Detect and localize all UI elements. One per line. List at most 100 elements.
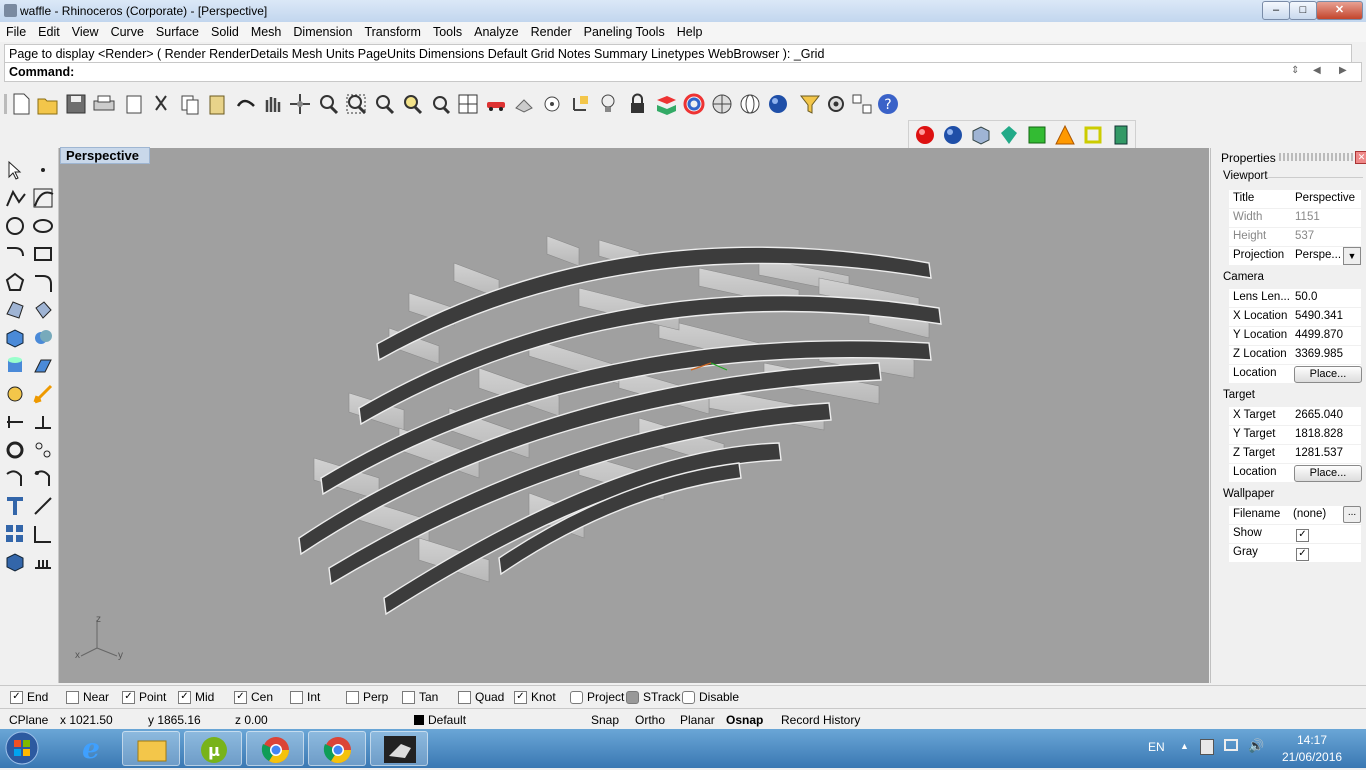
menu-tools[interactable]: Tools (427, 22, 468, 39)
dimension-icon[interactable] (7, 416, 23, 428)
text-icon[interactable] (7, 497, 23, 515)
select-arrow-icon[interactable] (8, 160, 22, 180)
mesh-icon[interactable] (34, 359, 52, 373)
volume-icon[interactable]: 🔊 (1248, 738, 1264, 754)
zoom-selected-icon[interactable] (404, 95, 423, 115)
hook-icon[interactable] (6, 470, 22, 486)
import-icon[interactable] (126, 95, 142, 114)
osnap-project[interactable]: Project (570, 690, 624, 705)
prop-row-filename[interactable]: Filename (none)... (1229, 506, 1361, 524)
minimize-button[interactable]: – (1262, 1, 1290, 20)
clock-time[interactable]: 14:17 (1297, 733, 1327, 747)
prop-row-title[interactable]: Title Perspective (1229, 190, 1361, 208)
prop-row-projection[interactable]: Projection Perspe... ▼ (1229, 247, 1361, 265)
osnap-int[interactable]: Int (290, 690, 320, 705)
flow-icon[interactable] (34, 526, 51, 543)
network-icon[interactable] (1224, 739, 1238, 751)
rectangle-icon[interactable] (34, 247, 52, 261)
panel-grip[interactable] (1279, 153, 1353, 161)
osnap-knot[interactable]: ✓ Knot (514, 690, 556, 705)
pan-icon[interactable] (265, 97, 281, 112)
record-history-toggle[interactable]: Record History (781, 713, 860, 727)
menu-paneling-tools[interactable]: Paneling Tools (578, 22, 671, 39)
osnap-cen[interactable]: ✓ Cen (234, 690, 273, 705)
print-icon[interactable] (93, 95, 115, 111)
prop-row-x-location[interactable]: X Location 5490.341 (1229, 308, 1361, 326)
osnap-tan[interactable]: Tan (402, 690, 438, 705)
dimension-leader-icon[interactable] (34, 497, 52, 515)
perspective-viewport[interactable]: z x y (59, 148, 1209, 683)
chrome-icon[interactable] (246, 731, 304, 766)
scale-icon[interactable] (33, 384, 53, 404)
array-icon[interactable] (6, 525, 23, 542)
camera-place-button[interactable]: Place... (1294, 366, 1362, 383)
menu-render[interactable]: Render (525, 22, 578, 39)
polygon-icon[interactable] (5, 272, 25, 291)
osnap-near[interactable]: Near (66, 690, 109, 705)
menu-dimension[interactable]: Dimension (287, 22, 358, 39)
zoom-extents-icon[interactable] (376, 95, 395, 115)
options-icon[interactable] (852, 94, 872, 114)
browse-button[interactable]: ... (1343, 506, 1361, 523)
rhino-icon[interactable] (370, 731, 428, 766)
blue-sphere-icon[interactable] (944, 126, 962, 144)
new-icon[interactable] (13, 93, 30, 115)
close-button[interactable]: ✕ (1316, 1, 1363, 20)
render-preview-icon[interactable] (712, 94, 732, 114)
render-sphere-icon[interactable] (769, 95, 787, 113)
utorrent-icon[interactable]: µ (184, 731, 242, 766)
gray-checkbox[interactable]: ✓ (1296, 547, 1309, 562)
cube-icon[interactable] (972, 126, 990, 145)
undo-icon[interactable] (236, 99, 255, 107)
maximize-button[interactable]: □ (1289, 1, 1317, 20)
menu-surface[interactable]: Surface (150, 22, 205, 39)
red-sphere-icon[interactable] (916, 126, 934, 144)
annotation-icon[interactable] (35, 416, 51, 429)
book-icon[interactable] (1114, 125, 1128, 145)
green-gem-icon[interactable] (1001, 126, 1017, 144)
wireframe-sphere-icon[interactable] (740, 94, 760, 114)
clock-date[interactable]: 21/06/2016 (1282, 750, 1342, 764)
scroll-left-icon[interactable]: ◀ (1313, 65, 1321, 76)
cplane-label[interactable]: CPlane (9, 713, 48, 727)
gear-icon[interactable] (828, 96, 844, 112)
filter-icon[interactable] (799, 95, 821, 114)
surface-icon[interactable] (6, 301, 24, 319)
polyline-icon[interactable] (6, 189, 26, 207)
circle-icon[interactable] (6, 217, 24, 235)
menu-solid[interactable]: Solid (205, 22, 245, 39)
osnap-quad[interactable]: Quad (458, 690, 504, 705)
osnap-point[interactable]: ✓ Point (122, 690, 166, 705)
show-checkbox[interactable]: ✓ (1296, 528, 1309, 543)
point-icon[interactable] (41, 168, 45, 172)
arc-icon[interactable] (7, 247, 24, 257)
menu-edit[interactable]: Edit (32, 22, 66, 39)
snap-toggle[interactable]: Snap (591, 713, 619, 727)
cut-icon[interactable] (155, 95, 167, 111)
menu-file[interactable]: File (0, 22, 32, 39)
open-icon[interactable] (37, 98, 58, 115)
menu-mesh[interactable]: Mesh (245, 22, 288, 39)
group-icon[interactable] (6, 441, 24, 459)
gumball-icon[interactable] (573, 96, 588, 111)
blend-icon[interactable] (34, 470, 50, 486)
box-solid-icon[interactable] (6, 329, 24, 348)
zoom-window-icon[interactable] (346, 94, 367, 115)
color-icon[interactable] (683, 93, 705, 115)
boolean-icon[interactable] (35, 330, 52, 344)
menu-transform[interactable]: Transform (358, 22, 427, 39)
planar-toggle[interactable]: Planar (680, 713, 715, 727)
curve-icon[interactable] (33, 188, 54, 208)
menu-view[interactable]: View (66, 22, 105, 39)
save-icon[interactable] (66, 94, 86, 114)
menu-help[interactable]: Help (671, 22, 709, 39)
paste-icon[interactable] (209, 95, 225, 115)
menu-analyze[interactable]: Analyze (468, 22, 524, 39)
tray-expand-icon[interactable]: ▲ (1180, 741, 1189, 751)
osnap-mid[interactable]: ✓ Mid (178, 690, 214, 705)
transform-icon[interactable] (7, 386, 23, 402)
osnap-end[interactable]: ✓ End (10, 690, 48, 705)
projection-dropdown-icon[interactable]: ▼ (1343, 247, 1361, 265)
rotate-view-icon[interactable] (290, 94, 310, 114)
file-explorer-icon[interactable] (122, 731, 180, 766)
